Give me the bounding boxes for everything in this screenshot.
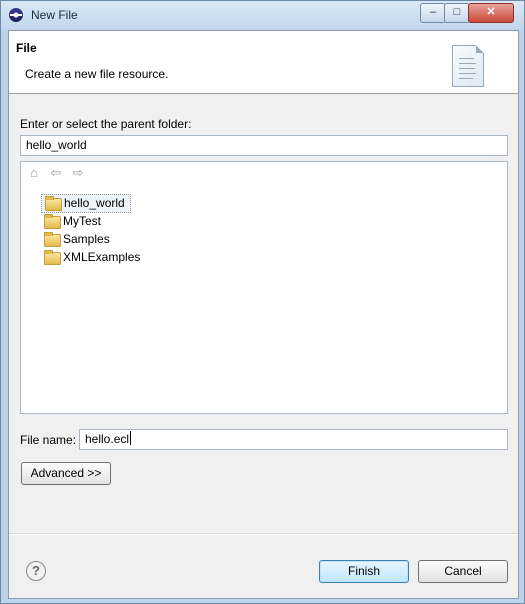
wizard-description: Create a new file resource.: [25, 67, 169, 81]
text-cursor: [130, 431, 132, 445]
finish-button[interactable]: Finish: [319, 560, 409, 583]
arrow-left-icon[interactable]: ⇦: [49, 166, 63, 180]
help-icon[interactable]: ?: [26, 561, 46, 581]
close-button[interactable]: ✕: [468, 3, 514, 23]
advanced-button[interactable]: Advanced >>: [21, 462, 111, 485]
file-name-label: File name:: [20, 433, 77, 447]
parent-folder-input[interactable]: hello_world: [20, 135, 508, 156]
title-bar[interactable]: New File – □ ✕: [1, 1, 524, 29]
folder-icon: [44, 232, 61, 247]
folder-icon: [45, 196, 62, 211]
tree-item-label: XMLExamples: [63, 250, 141, 264]
tree-item-label: Samples: [63, 232, 110, 246]
window-title: New File: [31, 8, 78, 22]
tree-item-hello-world[interactable]: hello_world: [41, 194, 131, 213]
file-name-value: hello.ecl: [85, 432, 130, 446]
tree-toolbar: ⌂ ⇦ ⇨: [21, 162, 507, 186]
eclipse-icon: [9, 8, 23, 22]
cancel-button[interactable]: Cancel: [418, 560, 508, 583]
new-file-dialog: New File – □ ✕ File Create a new file re…: [0, 0, 525, 604]
dialog-content: File Create a new file resource. Enter o…: [8, 30, 519, 599]
folder-icon: [44, 250, 61, 265]
new-file-icon: [452, 45, 484, 87]
wizard-title: File: [16, 41, 37, 55]
tree-item-xmlexamples[interactable]: XMLExamples: [41, 249, 145, 266]
minimize-button[interactable]: –: [420, 3, 446, 23]
tree-item-label: MyTest: [63, 214, 102, 228]
separator: [9, 533, 518, 535]
folder-tree[interactable]: ⌂ ⇦ ⇨ hello_world MyTest Samples XMLExam…: [20, 161, 508, 414]
tree-item-label: hello_world: [64, 196, 125, 210]
house-icon[interactable]: ⌂: [27, 166, 41, 180]
tree-item-mytest[interactable]: MyTest: [41, 213, 106, 230]
file-name-input[interactable]: hello.ecl: [79, 429, 508, 450]
maximize-button[interactable]: □: [444, 3, 470, 23]
parent-folder-label: Enter or select the parent folder:: [20, 117, 192, 131]
arrow-right-icon[interactable]: ⇨: [71, 166, 85, 180]
wizard-banner: File Create a new file resource.: [9, 31, 518, 94]
tree-item-samples[interactable]: Samples: [41, 231, 115, 248]
folder-icon: [44, 214, 61, 229]
